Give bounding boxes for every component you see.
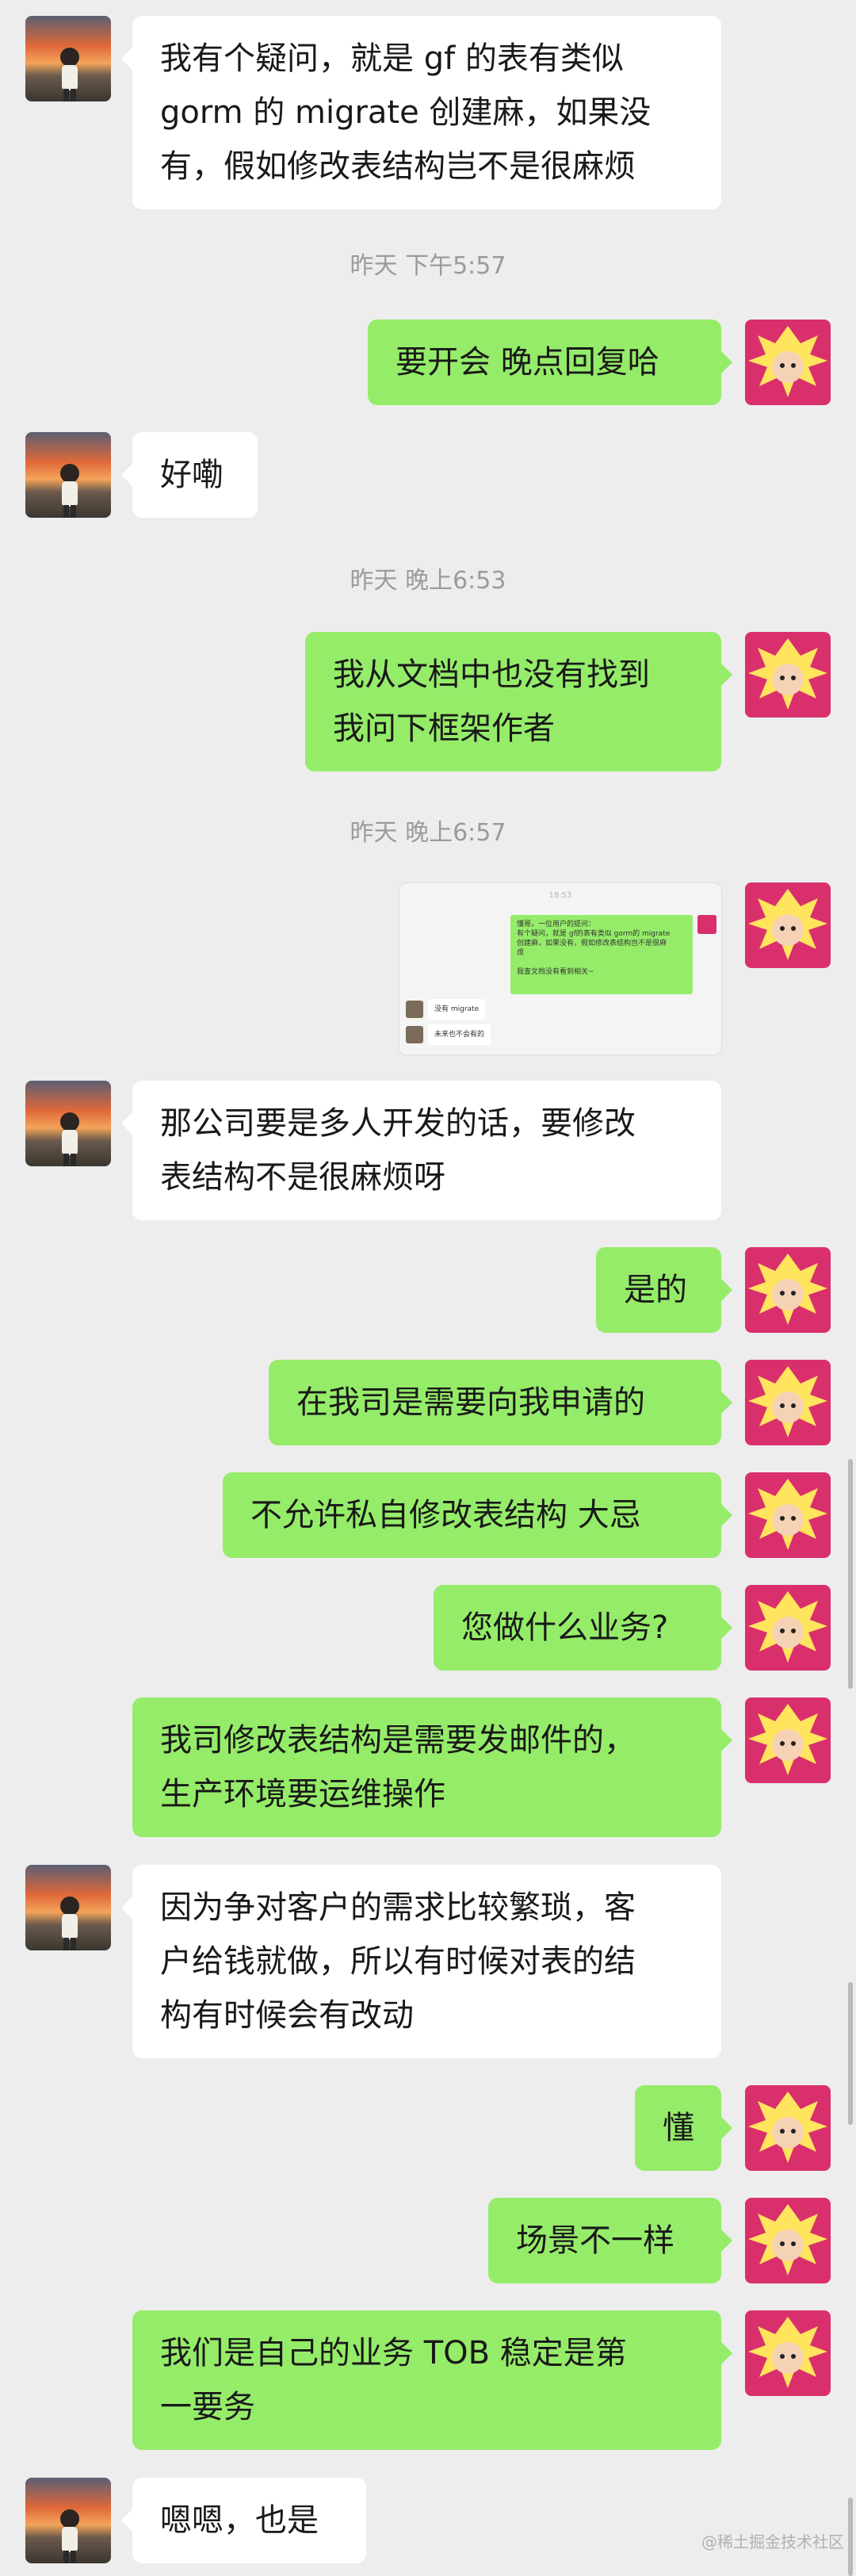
contact-avatar[interactable] xyxy=(25,16,111,101)
message-bubble-outgoing[interactable]: 我司修改表结构是需要发邮件的， 生产环境要运维操作 xyxy=(132,1698,732,1837)
my-avatar[interactable] xyxy=(745,1585,831,1671)
image-text: 有个疑问，就是 gf的表有类似 gorm的 migrate xyxy=(517,930,671,938)
image-reply: 未来也不会有的 xyxy=(428,1024,491,1045)
message-text: 好嘞 xyxy=(160,457,224,493)
my-avatar[interactable] xyxy=(745,2310,831,2396)
image-time: 18:53 xyxy=(548,891,572,900)
message-text: 一要务 xyxy=(160,2389,255,2425)
watermark: @稀土掘金技术社区 xyxy=(701,2532,844,2551)
image-text: 懂哥，一位用户的提问： xyxy=(517,921,596,928)
message-text: 有，假如修改表结构岂不是很麻烦 xyxy=(160,148,636,185)
message-text: 表结构不是很麻烦呀 xyxy=(160,1159,445,1196)
message-bubble-incoming[interactable]: 因为争对客户的需求比较繁琐，客 户给钱就做，所以有时候对表的结 构有时候会有改动 xyxy=(121,1865,721,2058)
image-text: 我查文档没有看到相关~ xyxy=(517,968,594,976)
my-avatar[interactable] xyxy=(745,882,831,968)
message-text: 是的 xyxy=(624,1272,687,1308)
message-text: 我们是自己的业务 TOB 稳定是第 xyxy=(160,2335,627,2371)
scrollbar-thumb[interactable] xyxy=(848,1459,853,1689)
message-text: 我司修改表结构是需要发邮件的， xyxy=(160,1722,636,1759)
message-text: 嗯嗯，也是 xyxy=(160,2502,319,2539)
scrollbar-thumb[interactable] xyxy=(848,1982,853,2125)
image-text: 烦 xyxy=(517,949,525,957)
message-bubble-incoming[interactable]: 我有个疑问，就是 gf 的表有类似 gorm 的 migrate 创建麻，如果没… xyxy=(121,16,721,209)
message-text: 要开会 晚点回复哈 xyxy=(396,344,659,381)
timestamp: 昨天 晚上6:57 xyxy=(350,819,506,847)
contact-avatar[interactable] xyxy=(25,1081,111,1166)
my-avatar[interactable] xyxy=(745,632,831,718)
message-bubble-outgoing[interactable]: 懂 xyxy=(635,2085,732,2171)
message-bubble-outgoing[interactable]: 是的 xyxy=(596,1247,732,1333)
message-text: 在我司是需要向我申请的 xyxy=(296,1384,645,1421)
image-text xyxy=(517,958,686,967)
image-quoted-bubble: 懂哥，一位用户的提问： 有个疑问，就是 gf的表有类似 gorm的 migrat… xyxy=(510,915,693,994)
message-text: 户给钱就做，所以有时候对表的结 xyxy=(160,1943,636,1980)
scrollbar-thumb[interactable] xyxy=(848,2498,853,2576)
message-bubble-outgoing[interactable]: 不允许私自修改表结构 大忌 xyxy=(223,1472,732,1558)
message-bubble-outgoing[interactable]: 要开会 晚点回复哈 xyxy=(368,320,732,405)
my-avatar[interactable] xyxy=(745,1360,831,1445)
message-text: 我问下框架作者 xyxy=(333,710,555,747)
my-avatar[interactable] xyxy=(745,2198,831,2283)
my-avatar[interactable] xyxy=(745,1698,831,1783)
message-text: 懂 xyxy=(663,2110,694,2146)
message-bubble-outgoing[interactable]: 我们是自己的业务 TOB 稳定是第 一要务 xyxy=(132,2310,732,2450)
message-bubble-outgoing[interactable]: 在我司是需要向我申请的 xyxy=(269,1360,732,1445)
image-avatar xyxy=(406,1001,423,1018)
message-text: 不允许私自修改表结构 大忌 xyxy=(250,1497,641,1533)
timestamp: 昨天 晚上6:53 xyxy=(350,567,506,595)
message-bubble-outgoing[interactable]: 场景不一样 xyxy=(488,2198,732,2283)
contact-avatar[interactable] xyxy=(25,432,111,518)
message-text: 那公司要是多人开发的话，要修改 xyxy=(160,1105,636,1142)
message-text: 我有个疑问，就是 gf 的表有类似 xyxy=(160,40,624,77)
image-avatar xyxy=(406,1026,423,1043)
message-text: 我从文档中也没有找到 xyxy=(333,656,650,693)
message-text: gorm 的 migrate 创建麻，如果没 xyxy=(160,94,652,131)
my-avatar[interactable] xyxy=(745,1247,831,1333)
contact-avatar[interactable] xyxy=(25,2478,111,2563)
message-bubble-incoming[interactable]: 嗯嗯，也是 xyxy=(121,2478,366,2563)
chat-window: 我有个疑问，就是 gf 的表有类似 gorm 的 migrate 创建麻，如果没… xyxy=(0,0,856,2576)
message-text: 因为争对客户的需求比较繁琐，客 xyxy=(160,1889,636,1926)
contact-avatar[interactable] xyxy=(25,1865,111,1950)
message-bubble-incoming[interactable]: 那公司要是多人开发的话，要修改 表结构不是很麻烦呀 xyxy=(121,1081,721,1220)
image-avatar xyxy=(697,915,717,934)
timestamp: 昨天 下午5:57 xyxy=(350,252,506,280)
my-avatar[interactable] xyxy=(745,2085,831,2171)
message-text: 您做什么业务? xyxy=(461,1610,669,1646)
message-bubble-outgoing[interactable]: 您做什么业务? xyxy=(434,1585,732,1671)
message-bubble-outgoing[interactable]: 我从文档中也没有找到 我问下框架作者 xyxy=(305,632,732,771)
message-bubble-incoming[interactable]: 好嘞 xyxy=(121,432,258,518)
image-reply: 没有 migrate xyxy=(428,999,486,1020)
message-text: 生产环境要运维操作 xyxy=(160,1776,445,1812)
my-avatar[interactable] xyxy=(745,1472,831,1558)
message-text: 构有时候会有改动 xyxy=(160,1997,414,2034)
screenshot-image-message[interactable]: 18:53 懂哥，一位用户的提问： 有个疑问，就是 gf的表有类似 gorm的 … xyxy=(399,882,722,1055)
my-avatar[interactable] xyxy=(745,320,831,405)
message-text: 场景不一样 xyxy=(516,2222,674,2259)
image-text: 创建麻，如果没有，假如修改表结构岂不是很麻 xyxy=(517,940,667,947)
